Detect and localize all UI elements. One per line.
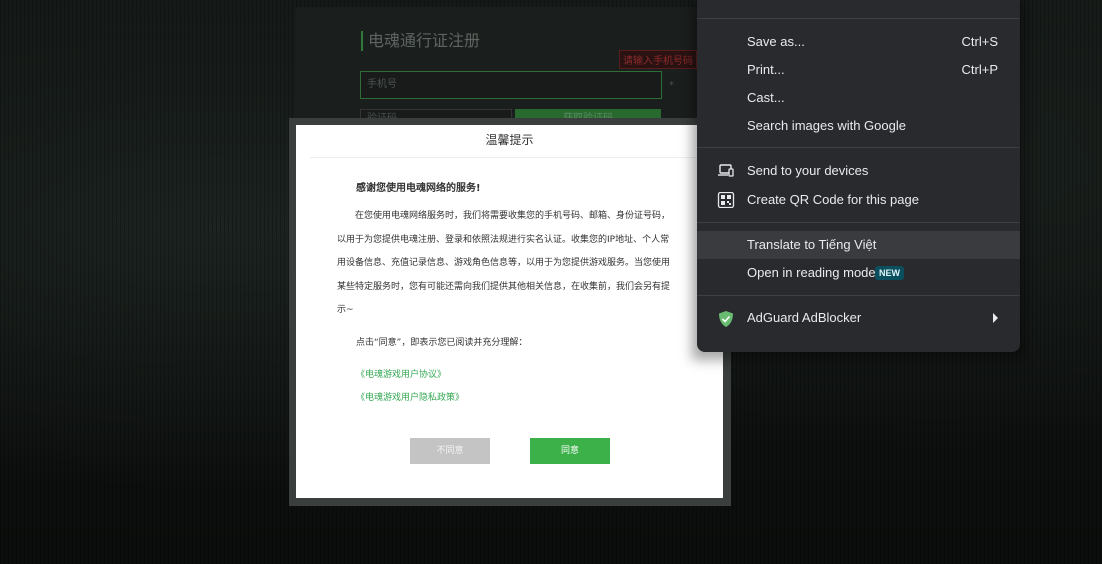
qr-code-icon (717, 191, 735, 209)
devices-icon (717, 163, 735, 179)
menu-item-adguard[interactable]: AdGuard AdBlocker (697, 304, 1020, 332)
registration-title: 电魂通行证注册 (361, 31, 480, 51)
dialog-body-text: 在您使用电魂网络服务时，我们将需要收集您的手机号码、邮箱、身份证号码，以用于为您… (337, 211, 671, 315)
context-menu: Save as... Ctrl+S Print... Ctrl+P Cast..… (697, 0, 1020, 352)
menu-item-label: Open in reading mode (747, 265, 876, 280)
phone-error-tip: 请输入手机号码 (619, 50, 697, 69)
disagree-button[interactable]: 不同意 (410, 438, 490, 464)
menu-item-search-images[interactable]: Search images with Google (697, 112, 1020, 140)
menu-item-label: Create QR Code for this page (747, 192, 919, 207)
menu-separator (697, 18, 1020, 19)
menu-item-shortcut: Ctrl+P (961, 62, 998, 77)
adguard-shield-icon (717, 310, 735, 327)
menu-item-shortcut: Ctrl+S (961, 34, 998, 49)
dialog-divider (310, 157, 710, 158)
required-mark: * (669, 80, 674, 91)
menu-item-cast[interactable]: Cast... (697, 84, 1020, 112)
submenu-arrow-icon (993, 313, 998, 323)
dialog-note: 点击“同意”，即表示您已阅读并充分理解： (356, 338, 528, 348)
menu-item-print[interactable]: Print... Ctrl+P (697, 56, 1020, 84)
menu-item-label: Send to your devices (747, 163, 869, 178)
menu-separator (697, 222, 1020, 223)
menu-item-reading-mode[interactable]: Open in reading mode NEW (697, 259, 1020, 287)
dialog-title: 温馨提示 (485, 133, 534, 147)
menu-item-label: Save as... (747, 34, 805, 49)
notice-dialog: 温馨提示 感谢您使用电魂网络的服务! 在您使用电魂网络服务时，我们将需要收集您的… (296, 125, 723, 498)
new-badge: NEW (875, 266, 904, 280)
menu-item-send-to-devices[interactable]: Send to your devices (697, 157, 1020, 185)
agree-button[interactable]: 同意 (530, 438, 610, 464)
user-agreement-link[interactable]: 《电魂游戏用户协议》 (356, 367, 446, 380)
menu-item-label: AdGuard AdBlocker (747, 310, 862, 325)
menu-item-label: Print... (747, 62, 785, 77)
menu-item-label: Translate to Tiếng Việt (747, 237, 877, 252)
menu-item-label: Search images with Google (747, 118, 906, 133)
dialog-greeting: 感谢您使用电魂网络的服务! (356, 183, 481, 194)
menu-separator (697, 147, 1020, 148)
menu-separator (697, 295, 1020, 296)
menu-item-translate[interactable]: Translate to Tiếng Việt (697, 231, 1020, 259)
menu-item-label: Cast... (747, 90, 785, 105)
menu-item-create-qr-code[interactable]: Create QR Code for this page (697, 186, 1020, 214)
privacy-policy-link[interactable]: 《电魂游戏用户隐私政策》 (356, 390, 464, 403)
menu-item-save-as[interactable]: Save as... Ctrl+S (697, 28, 1020, 56)
phone-input[interactable]: 手机号 (360, 71, 662, 99)
